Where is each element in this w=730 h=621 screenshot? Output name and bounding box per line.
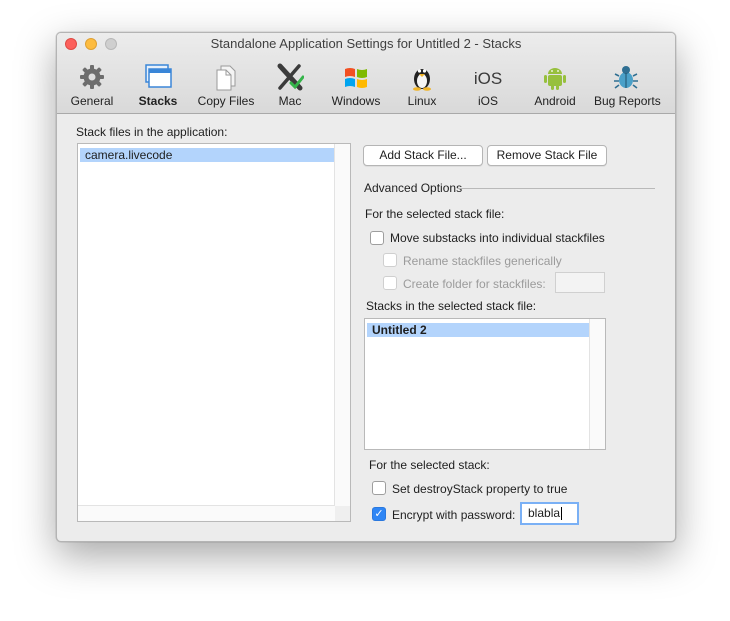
remove-stack-file-button[interactable]: Remove Stack File: [487, 145, 607, 166]
toolbar-linux[interactable]: Linux: [403, 63, 441, 111]
windows-icon: [345, 68, 367, 88]
toolbar-label: Android: [534, 94, 576, 108]
toolbar-label: Stacks: [138, 94, 178, 108]
ios-icon: iOS: [474, 69, 502, 88]
bug-icon: [614, 66, 638, 89]
svg-text:iOS: iOS: [474, 69, 502, 88]
copy-files-icon: [216, 65, 236, 91]
toolbar-stacks[interactable]: Stacks: [135, 63, 181, 111]
vertical-scrollbar[interactable]: [589, 319, 605, 449]
destroy-stack-checkbox[interactable]: [372, 481, 386, 495]
vertical-scrollbar[interactable]: [334, 144, 350, 506]
toolbar-label: Windows: [331, 94, 381, 108]
stacks-in-file-label: Stacks in the selected stack file:: [366, 299, 537, 313]
encrypt-checkbox[interactable]: ✓: [372, 507, 386, 521]
gear-icon: [80, 65, 104, 89]
toolbar-label: General: [70, 94, 114, 108]
for-stack-file-label: For the selected stack file:: [365, 207, 505, 221]
rename-generically-label: Rename stackfiles generically: [403, 254, 562, 268]
move-substacks-label: Move substacks into individual stackfile…: [390, 231, 605, 245]
window-title: Standalone Application Settings for Unti…: [210, 36, 522, 51]
scroll-corner: [335, 506, 350, 521]
group-divider: [457, 188, 655, 189]
toolbar-ios[interactable]: iOS iOS: [470, 63, 506, 111]
list-item[interactable]: camera.livecode: [80, 148, 334, 162]
move-substacks-checkbox[interactable]: [370, 231, 384, 245]
toolbar-windows[interactable]: Windows: [330, 63, 382, 111]
mac-x-icon: [277, 63, 304, 91]
horizontal-scrollbar[interactable]: [78, 505, 335, 521]
add-stack-file-button[interactable]: Add Stack File...: [363, 145, 483, 166]
titlebar-toolbar: Standalone Application Settings for Unti…: [57, 33, 675, 114]
toolbar-label: iOS: [477, 94, 498, 108]
stack-files-list[interactable]: camera.livecode: [77, 143, 351, 522]
stacks-icon: [145, 64, 172, 88]
rename-generically-checkbox[interactable]: [383, 253, 397, 267]
list-item[interactable]: Untitled 2: [367, 323, 589, 337]
encrypt-label: Encrypt with password:: [392, 508, 516, 522]
text-caret: [561, 507, 563, 521]
toolbar-label: Linux: [407, 94, 437, 108]
toolbar-bug-reports[interactable]: Bug Reports: [594, 63, 661, 111]
destroy-stack-label: Set destroyStack property to true: [392, 482, 568, 496]
toolbar-label: Bug Reports: [594, 94, 661, 108]
toolbar-android[interactable]: Android: [532, 63, 578, 111]
password-field[interactable]: blabla: [520, 502, 579, 525]
create-folder-checkbox[interactable]: [383, 276, 397, 290]
settings-window: Standalone Application Settings for Unti…: [56, 32, 676, 542]
toolbar-mac[interactable]: Mac: [271, 63, 309, 111]
checkmark-icon: ✓: [374, 508, 384, 520]
for-stack-label: For the selected stack:: [369, 458, 490, 472]
linux-penguin-icon: [413, 69, 431, 91]
create-folder-label: Create folder for stackfiles:: [403, 277, 546, 291]
stack-files-label: Stack files in the application:: [76, 125, 228, 139]
toolbar-copy-files[interactable]: Copy Files: [197, 63, 255, 111]
folder-name-field[interactable]: [555, 272, 605, 293]
stacks-list[interactable]: Untitled 2: [364, 318, 606, 450]
password-value: blabla: [528, 506, 561, 520]
toolbar-label: Copy Files: [197, 94, 255, 108]
toolbar-label: Mac: [278, 94, 302, 108]
toolbar-general[interactable]: General: [66, 63, 118, 111]
advanced-options-heading: Advanced Options: [364, 181, 463, 195]
android-icon: [544, 68, 566, 90]
